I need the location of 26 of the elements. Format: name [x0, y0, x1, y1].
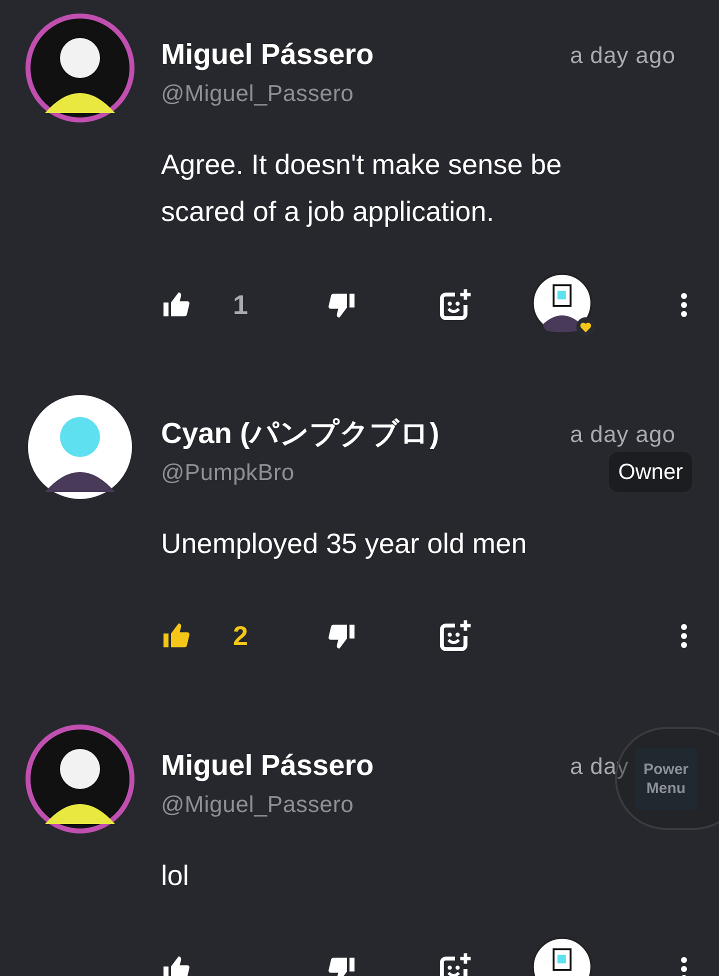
comment-text: Unemployed 35 year old men — [161, 527, 528, 561]
comment-text: lol — [161, 859, 190, 893]
avatar-icon[interactable] — [25, 13, 135, 123]
owner-badge: Owner — [609, 452, 692, 492]
more-options-icon[interactable] — [680, 623, 688, 649]
comment-text: Agree. It doesn't make sense be scared of a job application. — [161, 148, 563, 229]
avatar-icon[interactable] — [25, 724, 135, 834]
add-reaction-icon[interactable] — [438, 952, 472, 976]
user-name[interactable]: Miguel Pássero — [161, 38, 374, 72]
like-count: 2 — [233, 620, 248, 650]
add-reaction-icon[interactable] — [438, 288, 472, 322]
timestamp: a day ago — [570, 42, 676, 68]
user-handle[interactable]: @PumpkBro — [161, 458, 294, 486]
add-reaction-icon[interactable] — [438, 619, 472, 653]
power-menu-button[interactable]: Power Menu — [635, 748, 697, 810]
timestamp: a day ago — [570, 420, 676, 446]
avatar-icon[interactable] — [25, 392, 135, 502]
like-icon[interactable] — [161, 954, 191, 976]
like-count: 1 — [233, 290, 248, 320]
user-handle[interactable]: @Miguel_Passero — [161, 80, 354, 106]
more-options-icon[interactable] — [680, 956, 688, 976]
timestamp: a day — [570, 752, 629, 778]
user-handle[interactable]: @Miguel_Passero — [161, 790, 354, 818]
user-name[interactable]: Cyan (パンプクブロ) — [161, 414, 440, 454]
user-name[interactable]: Miguel Pássero — [161, 750, 374, 782]
more-options-icon[interactable] — [680, 292, 688, 318]
